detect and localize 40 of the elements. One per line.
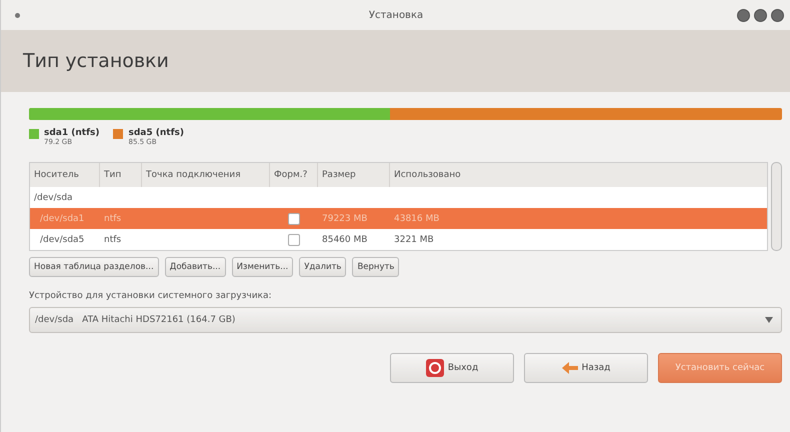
partition-name: sda1 (ntfs)	[44, 128, 100, 138]
table-row[interactable]: /dev/sda5 ntfs 85460 MB 3221 MB	[30, 229, 767, 250]
column-header[interactable]: Форм.?	[270, 163, 318, 187]
quit-icon	[426, 359, 444, 377]
table-action-button[interactable]: Удалить	[299, 257, 346, 277]
table-cell-text: 85460 MB	[321, 234, 368, 244]
table-cell-text: /dev/sda	[33, 192, 74, 202]
minimize-icon[interactable]	[737, 8, 750, 22]
bootloader-label: Устройство для установки системного загрузчика:	[29, 291, 273, 301]
back-button[interactable]: Назад	[524, 353, 648, 383]
table-action-button[interactable]: Добавить...	[164, 257, 226, 277]
quit-button[interactable]: Выход	[390, 353, 514, 383]
format-checkbox[interactable]	[288, 212, 300, 224]
bootloader-dropdown[interactable]: /dev/sda ATA Hitachi HDS72161 (164.7 GB)	[29, 307, 782, 333]
table-action-button[interactable]: Вернуть	[352, 257, 400, 277]
dropdown-arrow-icon	[765, 317, 773, 323]
window-title: Установка	[368, 10, 424, 20]
column-header[interactable]: Использовано	[390, 163, 767, 187]
table-cell-text: 43816 MB	[393, 214, 440, 224]
column-header[interactable]: Размер	[318, 163, 390, 187]
table-cell-text: 3221 MB	[393, 234, 435, 244]
partition-name: sda5 (ntfs)	[128, 128, 184, 138]
table-cell-text: ntfs	[103, 234, 122, 244]
table-cell-text: /dev/sda5	[39, 234, 86, 244]
column-header[interactable]: Точка подключения	[142, 163, 270, 187]
table-action-button[interactable]: Новая таблица разделов...	[29, 257, 159, 277]
column-header[interactable]: Тип	[100, 163, 142, 187]
column-header[interactable]: Носитель	[30, 163, 100, 187]
window-menu-icon[interactable]	[15, 12, 20, 18]
table-cell-text: /dev/sda1	[39, 214, 86, 224]
scrollbar[interactable]	[771, 162, 782, 251]
table-action-button[interactable]: Изменить...	[232, 257, 294, 277]
page-title: Тип установки	[23, 50, 169, 72]
table-row[interactable]: /dev/sda	[30, 187, 767, 208]
maximize-icon[interactable]	[754, 8, 767, 22]
close-icon[interactable]	[771, 8, 784, 22]
table-cell-text: ntfs	[103, 214, 122, 224]
table-cell-text: 79223 MB	[321, 214, 368, 224]
back-arrow-icon	[562, 362, 578, 374]
format-checkbox[interactable]	[288, 234, 300, 246]
